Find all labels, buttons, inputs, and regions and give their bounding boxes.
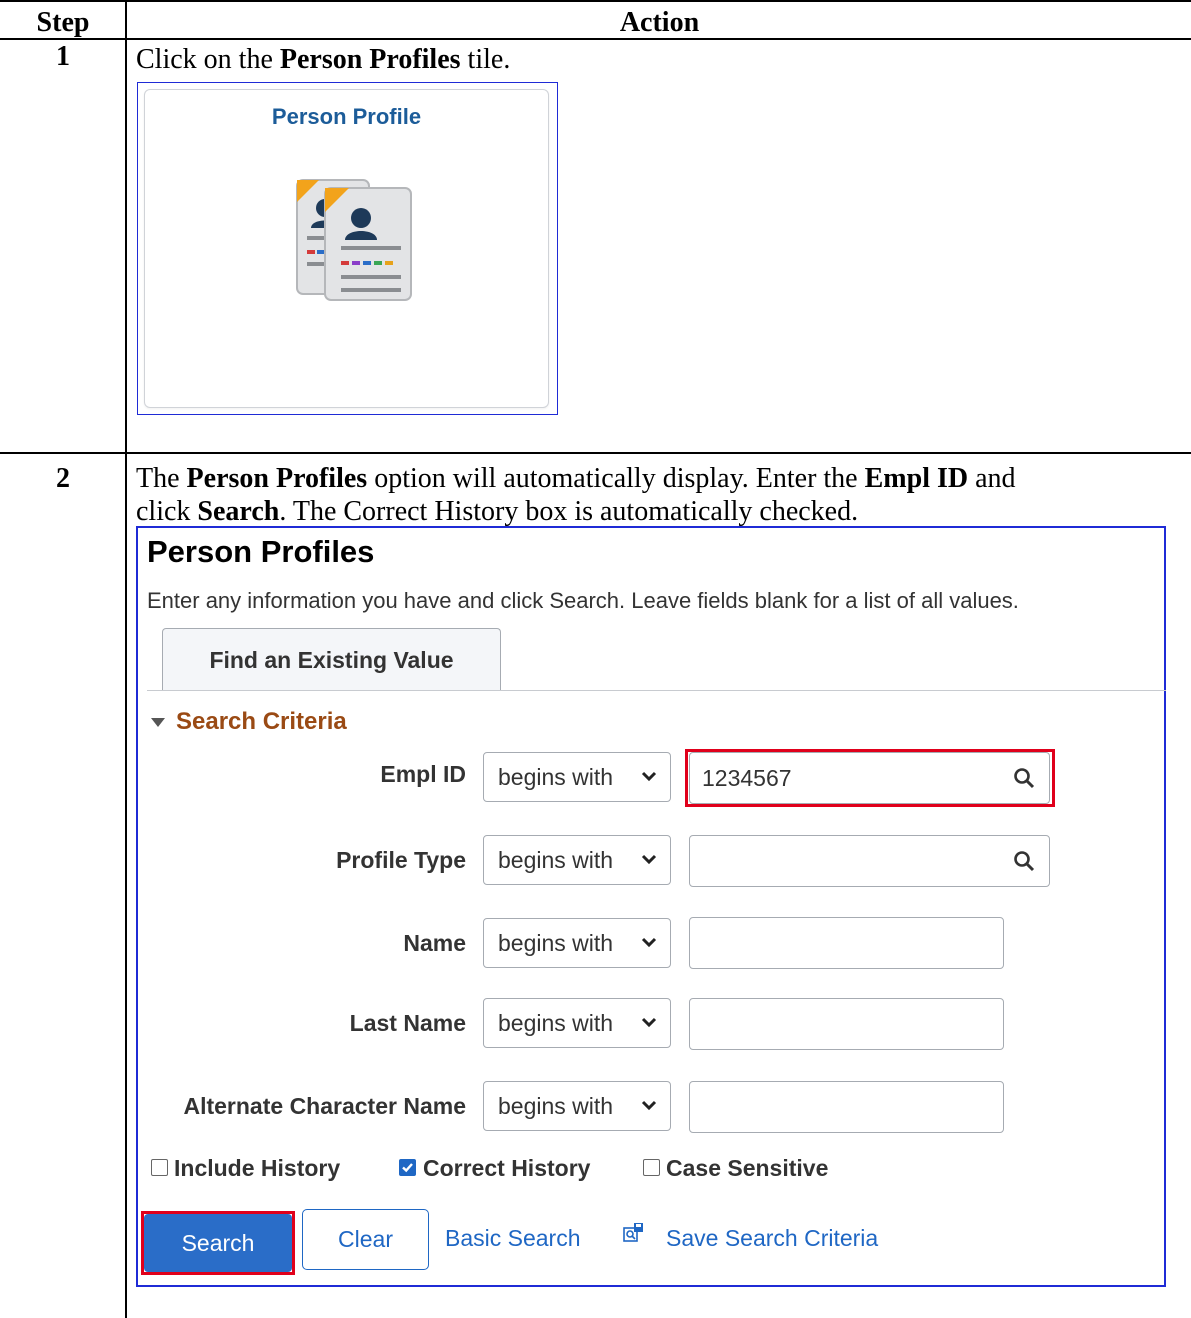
operator-value: begins with [498,1093,614,1119]
alternate-character-name-label: Alternate Character Name [183,1093,466,1119]
save-search-icon[interactable] [622,1222,644,1244]
name-operator-select[interactable]: begins with [483,918,671,968]
profile-type-input[interactable] [689,835,1050,887]
page-description: Enter any information you have and click… [147,588,1019,613]
basic-search-link[interactable]: Basic Search [445,1225,581,1252]
collapse-triangle-icon[interactable] [151,718,165,727]
step-number: 2 [56,463,70,494]
name-input[interactable] [689,917,1004,969]
operator-value: begins with [498,1010,614,1036]
instruction-text: click [136,496,198,527]
instruction-bold: Person Profiles [279,44,461,75]
instruction-text: and [968,463,1016,494]
highlight-search-button [141,1211,295,1275]
person-profile-documents-icon [296,179,412,301]
operator-value: begins with [498,764,614,790]
step-number: 1 [56,41,70,72]
correct-history-checkbox[interactable] [399,1159,416,1176]
search-icon[interactable] [1013,850,1035,872]
checkmark-icon [402,1163,413,1173]
alternate-character-name-input[interactable] [689,1081,1004,1133]
chevron-down-icon [641,771,657,782]
chevron-down-icon [641,854,657,865]
save-search-criteria-link[interactable]: Save Search Criteria [666,1225,878,1252]
instruction-text: tile. [460,44,511,75]
profile-type-operator-select[interactable]: begins with [483,835,671,885]
last-name-operator-select[interactable]: begins with [483,998,671,1048]
step-instruction: Click on the Person Profiles tile. [136,43,1176,76]
empl-id-operator-select[interactable]: begins with [483,752,671,802]
page-title: Person Profiles [147,534,375,569]
alternate-character-name-operator-select[interactable]: begins with [483,1081,671,1131]
instruction-bold: Person Profiles [186,463,368,494]
instruction-text: The [136,463,187,494]
last-name-label: Last Name [349,1010,466,1036]
person-profile-tile[interactable]: Person Profile [144,89,549,408]
tab-divider [147,690,1166,691]
chevron-down-icon [641,937,657,948]
column-divider [125,0,127,1318]
case-sensitive-label: Case Sensitive [666,1155,829,1181]
name-label: Name [403,930,466,956]
step-instruction: The Person Profiles option will automati… [136,462,1176,528]
search-criteria-heading[interactable]: Search Criteria [176,708,347,736]
row-divider [0,452,1191,454]
header-step: Step [36,7,90,38]
tab-find-existing-value[interactable]: Find an Existing Value [162,628,501,690]
include-history-label: Include History [174,1155,341,1181]
instruction-text: Click on the [136,44,280,75]
operator-value: begins with [498,930,614,956]
instruction-bold: Search [197,496,280,527]
include-history-checkbox[interactable] [151,1159,168,1176]
correct-history-label: Correct History [423,1155,591,1181]
header-action: Action [619,7,700,38]
instruction-bold: Empl ID [864,463,969,494]
instruction-text: . The Correct History box is automatical… [279,496,859,527]
instruction-table: Step Action 1 Click on the Person Profil… [0,0,1191,1318]
table-header-row: Step Action [0,0,1191,40]
case-sensitive-checkbox[interactable] [643,1159,660,1176]
instruction-text: option will automatically display. Enter… [367,463,865,494]
last-name-input[interactable] [689,998,1004,1050]
clear-button[interactable]: Clear [302,1209,429,1270]
tile-screenshot: Person Profile [137,82,558,415]
chevron-down-icon [641,1017,657,1028]
empl-id-label: Empl ID [380,761,466,787]
operator-value: begins with [498,847,614,873]
highlight-empl-id [685,749,1055,807]
chevron-down-icon [641,1100,657,1111]
profile-type-label: Profile Type [336,847,466,873]
person-profiles-search-screenshot: Person Profiles Enter any information yo… [136,526,1166,1287]
tile-title: Person Profile [271,104,422,129]
